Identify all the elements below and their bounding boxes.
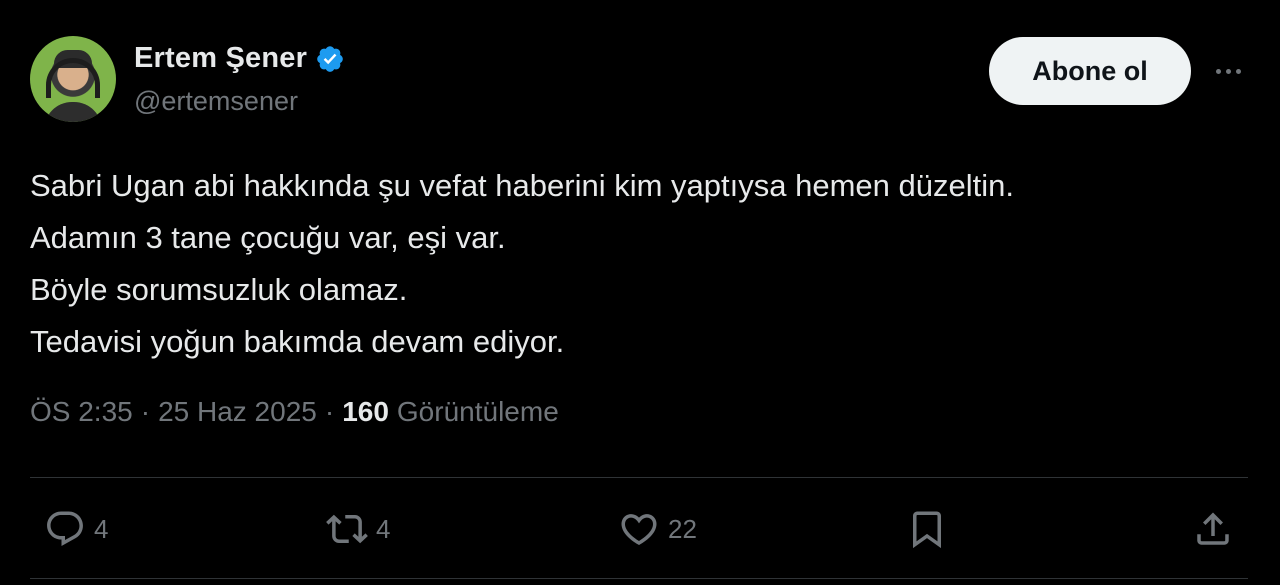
tweet-date[interactable]: 25 Haz 2025: [158, 396, 317, 428]
tweet-meta: ÖS 2:35 · 25 Haz 2025 · 160 Görüntüleme: [30, 396, 559, 428]
meta-separator: ·: [140, 396, 151, 427]
follow-button[interactable]: Abone ol: [989, 37, 1191, 105]
divider: [30, 477, 1248, 478]
share-button[interactable]: [1192, 506, 1234, 552]
more-dot: [1215, 68, 1221, 74]
meta-separator: ·: [324, 396, 335, 427]
more-dot: [1235, 68, 1241, 74]
retweet-count: 4: [376, 513, 391, 544]
divider: [30, 578, 1248, 579]
retweet-button[interactable]: 4: [326, 506, 390, 552]
views-label: Görüntüleme: [396, 396, 559, 427]
verified-badge-icon: [317, 45, 343, 72]
author-name-row: Ertem Şener: [134, 42, 345, 75]
author-handle[interactable]: @ertemsener: [134, 86, 298, 117]
tweet-line: Tedavisi yoğun bakımda devam ediyor.: [30, 324, 565, 359]
tweet-line: Böyle sorumsuzluk olamaz.: [30, 272, 408, 307]
tweet-header: Ertem Şener @ertemsener Abone ol: [30, 36, 1250, 126]
reply-icon: [47, 511, 83, 546]
views-count: 160: [342, 396, 389, 427]
avatar-shirt: [44, 102, 102, 122]
like-button[interactable]: 22: [618, 506, 697, 552]
like-count: 22: [668, 513, 697, 544]
more-horizontal-icon[interactable]: [1208, 54, 1248, 88]
bookmark-button[interactable]: [906, 506, 948, 552]
author-name[interactable]: Ertem Şener: [134, 42, 307, 75]
tweet-time[interactable]: ÖS 2:35: [30, 396, 133, 428]
more-dot: [1225, 68, 1231, 74]
tweet-line: Adamın 3 tane çocuğu var, eşi var.: [30, 220, 506, 255]
avatar[interactable]: [30, 36, 116, 122]
share-icon: [1197, 512, 1229, 545]
reply-button[interactable]: 4: [44, 506, 108, 552]
retweet-icon: [326, 514, 368, 544]
reply-count: 4: [94, 513, 109, 544]
tweet-line: Sabri Ugan abi hakkında şu vefat haberin…: [30, 168, 1014, 203]
bookmark-icon: [913, 511, 941, 549]
tweet-text: Sabri Ugan abi hakkında şu vefat haberin…: [30, 160, 1250, 368]
heart-icon: [621, 514, 657, 546]
